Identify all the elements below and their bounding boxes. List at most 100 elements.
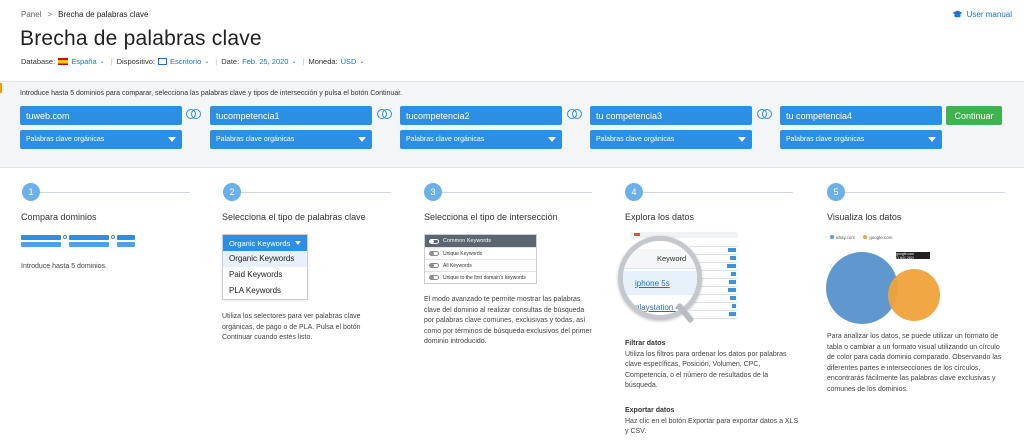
- user-manual-label: User manual: [966, 10, 1012, 19]
- intersection-type-illustration: Common Keywords Unique Keywords All Keyw…: [424, 234, 537, 284]
- dropdown-option: Paid Keywords: [229, 270, 283, 279]
- step-desc-5: Para analizar los datos, se puede utiliz…: [827, 333, 1002, 393]
- domain-input-3[interactable]: tucompetencia2: [400, 106, 562, 125]
- keyword-type-select-1[interactable]: Palabras clave orgánicas: [20, 130, 182, 149]
- domain-input-5[interactable]: tu competencia4: [780, 106, 942, 125]
- date-label: Date:: [221, 57, 240, 66]
- intersection-row: All Keywords: [425, 259, 536, 271]
- dropdown-option: PLA Keywords: [229, 286, 282, 295]
- step-title-3: Selecciona el tipo de intersección: [424, 212, 558, 222]
- step-connector-line: [845, 192, 1005, 193]
- keyword-type-select-3[interactable]: Palabras clave orgánicas: [400, 130, 562, 149]
- domain-input-4[interactable]: tu competencia3: [590, 106, 752, 125]
- step-title-1: Compara dominios: [21, 212, 97, 222]
- keyword-type-label: Palabras clave orgánicas: [26, 136, 105, 143]
- intersection-row: Unique to the first domain's keywords: [425, 271, 536, 283]
- intersection-row: Unique Keywords: [425, 247, 536, 259]
- step-title-5: Visualiza los datos: [827, 212, 902, 222]
- device-label: Dispositivo:: [116, 57, 155, 66]
- toggle-icon: [429, 263, 439, 268]
- keyword-type-select-5[interactable]: Palabras clave orgánicas: [780, 130, 942, 149]
- intersection-header-label: Common Keywords: [443, 238, 491, 244]
- magnifier-illustration: Keyword iphone 5s playstation 4: [618, 236, 702, 320]
- intersection-row-label: All Keywords: [443, 262, 472, 269]
- export-data-heading: Exportar datos: [625, 407, 675, 414]
- caret-down-icon: [738, 137, 746, 142]
- panel-accent-mark: [0, 83, 2, 93]
- intersection-rings-icon[interactable]: [377, 108, 393, 122]
- step-desc-4: Filtrar datos Utiliza los filtros para o…: [625, 339, 800, 392]
- currency-select[interactable]: USD: [341, 57, 357, 66]
- filter-data-desc: Utiliza los filtros para ordenar los dat…: [625, 350, 787, 390]
- database-select[interactable]: España: [71, 57, 96, 66]
- dropdown-header: Organic Keywords: [223, 235, 307, 251]
- continue-button[interactable]: Continuar: [946, 106, 1002, 125]
- keyword-type-label: Palabras clave orgánicas: [216, 136, 295, 143]
- step-connector-line: [40, 192, 190, 193]
- intersection-header: Common Keywords: [425, 235, 536, 247]
- database-label: Database:: [21, 57, 56, 66]
- venn-circle-b: [888, 269, 940, 321]
- chevron-down-icon[interactable]: ⌄: [359, 58, 364, 65]
- step-title-2: Selecciona el tipo de palabras clave: [222, 212, 366, 222]
- keyword-type-select-2[interactable]: Palabras clave orgánicas: [210, 130, 372, 149]
- chevron-down-icon[interactable]: ⌄: [100, 58, 105, 65]
- legend-item: google.com: [863, 235, 892, 240]
- step-desc-4-export: Exportar datos Haz clic en el botón Expo…: [625, 406, 800, 438]
- intersection-row-label: Unique to the first domain's keywords: [443, 274, 526, 281]
- breadcrumb-separator: >: [47, 10, 53, 19]
- legend-label: google.com: [869, 235, 893, 240]
- domain-input-2[interactable]: tucompetencia1: [210, 106, 372, 125]
- step-number-1: 1: [22, 183, 40, 201]
- step-title-4: Explora los datos: [625, 212, 695, 222]
- step-number-5: 5: [827, 183, 845, 201]
- currency-label: Moneda:: [308, 57, 338, 66]
- date-select[interactable]: Feb. 25, 2020: [242, 57, 288, 66]
- intersection-rings-icon[interactable]: [757, 108, 773, 122]
- keyword-type-select-4[interactable]: Palabras clave orgánicas: [590, 130, 752, 149]
- desktop-monitor-icon: [157, 58, 167, 65]
- step-desc-1: Introduce hasta 5 dominios.: [21, 263, 107, 270]
- breadcrumb: Panel > Brecha de palabras clave: [21, 10, 148, 19]
- step-connector-line: [241, 192, 391, 193]
- step-number-3: 3: [424, 183, 442, 201]
- step-connector-line: [442, 192, 592, 193]
- step-connector-line: [643, 192, 793, 193]
- keyword-type-label: Palabras clave orgánicas: [406, 136, 485, 143]
- user-manual-link[interactable]: User manual: [952, 10, 1012, 19]
- caret-down-icon: [168, 137, 176, 142]
- filter-data-heading: Filtrar datos: [625, 340, 666, 347]
- page-title: Brecha de palabras clave: [20, 27, 262, 50]
- breadcrumb-current: Brecha de palabras clave: [58, 10, 149, 19]
- dropdown-header-label: Organic Keywords: [229, 238, 291, 248]
- keyword-column-header: Keyword: [623, 249, 697, 269]
- step-desc-3: El modo avanzado te permite mostrar las …: [424, 296, 592, 345]
- caret-down-icon: [295, 241, 301, 245]
- intersection-rings-icon[interactable]: [186, 108, 202, 122]
- dropdown-option: Organic Keywords: [223, 251, 307, 267]
- chevron-down-icon[interactable]: ⌄: [291, 58, 296, 65]
- caret-down-icon: [548, 137, 556, 142]
- keyword-row: iphone 5s: [623, 271, 697, 295]
- chevron-down-icon[interactable]: ⌄: [204, 58, 209, 65]
- venn-circle-a: [826, 252, 898, 324]
- export-data-desc: Haz clic en el botón Exportar para expor…: [625, 417, 799, 436]
- domain-input-1[interactable]: tuweb.com: [20, 106, 182, 125]
- compare-domains-illustration: [21, 234, 135, 250]
- device-select[interactable]: Escritorio: [170, 57, 201, 66]
- intersection-row-label: Unique Keywords: [443, 250, 483, 257]
- step-number-4: 4: [625, 183, 643, 201]
- keyword-type-label: Palabras clave orgánicas: [786, 136, 865, 143]
- toggle-icon: [429, 275, 439, 280]
- keyword-type-dropdown-illustration: Organic Keywords Organic Keywords Paid K…: [222, 234, 308, 300]
- step-desc-2: Utiliza los selectores para ver palabras…: [222, 313, 361, 341]
- venn-tooltip: google.com (1,641,262): [896, 252, 930, 260]
- legend-label: ebay.com: [836, 235, 856, 240]
- graduation-cap-icon: [952, 10, 963, 18]
- panel-instructions: Introduce hasta 5 dominios para comparar…: [20, 90, 403, 97]
- caret-down-icon: [358, 137, 366, 142]
- filters-bar: Database: España ⌄ | Dispositivo: Escrit…: [21, 57, 370, 66]
- intersection-rings-icon[interactable]: [567, 108, 583, 122]
- breadcrumb-root-link[interactable]: Panel: [21, 10, 41, 19]
- keyword-type-label: Palabras clave orgánicas: [596, 136, 675, 143]
